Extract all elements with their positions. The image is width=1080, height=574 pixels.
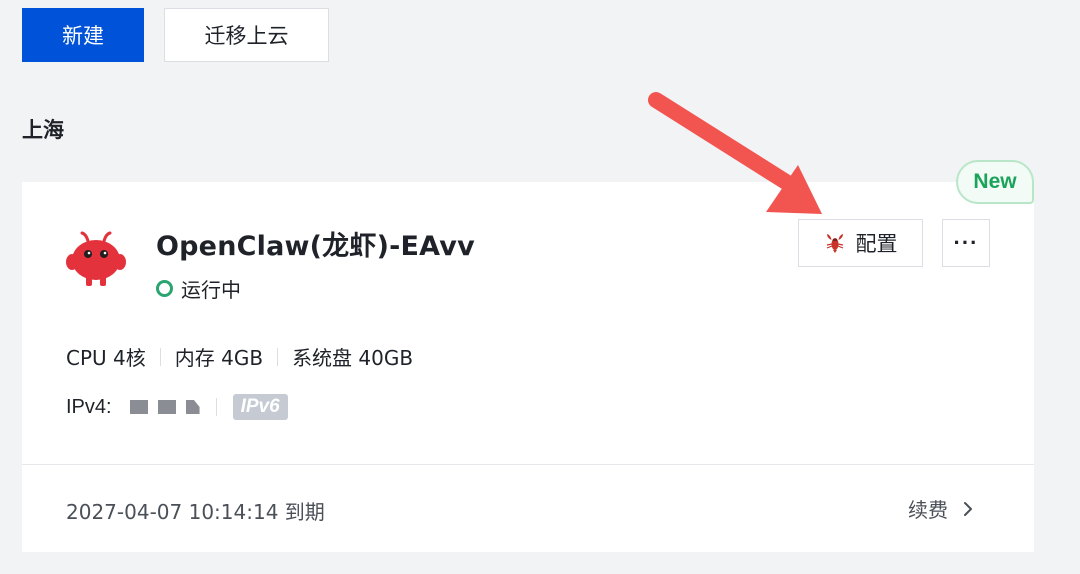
card-divider [22, 464, 1034, 465]
spec-divider [159, 347, 161, 366]
region-title: 上海 [22, 118, 64, 142]
renew-label: 续费 [908, 498, 948, 522]
renew-link[interactable]: 续费 [908, 494, 974, 523]
spec-divider [277, 347, 279, 366]
chevron-right-icon [964, 501, 972, 516]
ipv4-row: IPv4: IPv6 [66, 394, 288, 420]
page: 新建 迁移上云 上海 OpenClaw(龙虾)-EAvv 运行中 配置 ··· … [0, 0, 1080, 574]
more-button[interactable]: ··· [942, 219, 990, 267]
status-label: 运行中 [181, 278, 241, 302]
config-button[interactable]: 配置 [798, 219, 923, 267]
instance-specs: CPU 4核 内存 4GB 系统盘 40GB [66, 342, 413, 371]
config-label: 配置 [855, 232, 898, 256]
instance-card: OpenClaw(龙虾)-EAvv 运行中 配置 ··· CPU 4核 内存 4 [22, 182, 1034, 552]
ipv4-address-redacted [129, 400, 200, 414]
mascot-icon [66, 231, 126, 286]
spec-cpu: CPU 4核 [66, 346, 146, 370]
create-button[interactable]: 新建 [22, 8, 144, 62]
ipv4-label: IPv4: [66, 395, 112, 418]
status-dot-icon [156, 280, 173, 297]
lobster-icon [826, 234, 843, 253]
new-badge: New [956, 160, 1034, 204]
more-icon: ··· [953, 230, 979, 255]
instance-name[interactable]: OpenClaw(龙虾)-EAvv [156, 224, 475, 263]
spec-disk: 系统盘 40GB [292, 346, 414, 370]
spec-memory: 内存 4GB [174, 346, 264, 370]
migrate-button[interactable]: 迁移上云 [164, 8, 329, 62]
ipv4-divider [215, 398, 217, 416]
ipv6-tag[interactable]: IPv6 [232, 394, 288, 420]
expiry-date: 2027-04-07 10:14:14 到期 [66, 500, 325, 524]
instance-status: 运行中 [156, 274, 241, 303]
